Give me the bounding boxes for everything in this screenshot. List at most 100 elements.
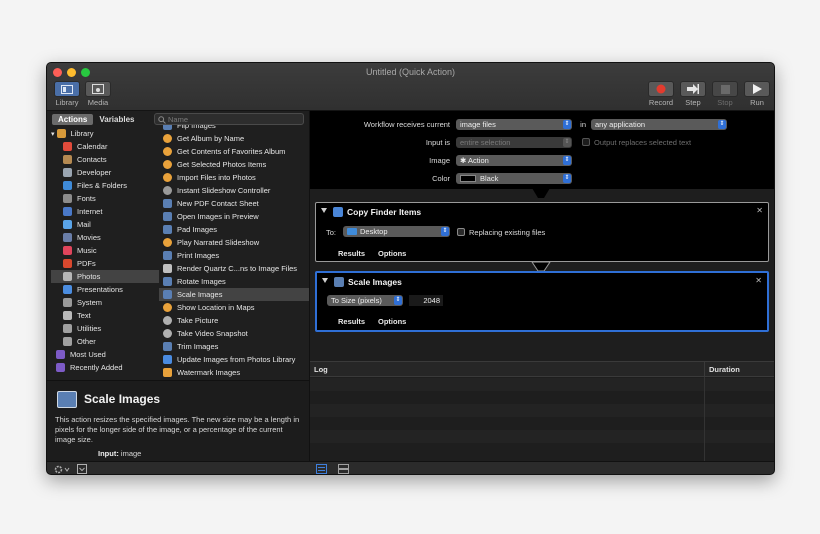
action-item[interactable]: Get Album by Name (159, 132, 309, 145)
category-utilities[interactable]: Utilities (51, 322, 159, 335)
category-presentations[interactable]: Presentations (51, 283, 159, 296)
action-item[interactable]: Take Video Snapshot (159, 327, 309, 340)
disclosure-triangle-icon[interactable]: ▾ (51, 130, 55, 138)
disclosure-triangle-icon[interactable] (322, 278, 328, 283)
action-item[interactable]: Print Images (159, 249, 309, 262)
receives-value: image files (460, 120, 496, 129)
action-icon (163, 125, 172, 130)
log-row (310, 430, 774, 443)
action-item[interactable]: Play Narrated Slideshow (159, 236, 309, 249)
action-item[interactable]: Watermark Images (159, 366, 309, 379)
action-item[interactable]: Show Location in Maps (159, 301, 309, 314)
action-item[interactable]: Pad Images (159, 223, 309, 236)
category-icon (63, 324, 72, 333)
action-item[interactable]: Flip Images (159, 125, 309, 132)
action-icon (163, 355, 172, 364)
scale-images-card[interactable]: Scale Images ✕ To Size (pixels) ⇕ 2048 Re… (315, 271, 769, 332)
category-label: Music (77, 246, 97, 255)
tab-variables[interactable]: Variables (93, 114, 140, 125)
action-item[interactable]: New PDF Contact Sheet (159, 197, 309, 210)
category-files-folders[interactable]: Files & Folders (51, 179, 159, 192)
results-tab[interactable]: Results (338, 249, 365, 258)
size-field[interactable]: 2048 (409, 295, 443, 306)
replacing-checkbox[interactable] (457, 228, 465, 236)
category-system[interactable]: System (51, 296, 159, 309)
title-bar: Untitled (Quick Action) Library Media Re… (47, 63, 774, 111)
category-most-used[interactable]: Most Used (51, 348, 159, 361)
scale-mode-popup[interactable]: To Size (pixels) ⇕ (327, 295, 403, 306)
disclosure-triangle-icon[interactable] (321, 208, 327, 213)
category-label: Recently Added (70, 363, 123, 372)
category-library[interactable]: ▾ Library (51, 127, 159, 140)
search-placeholder: Name (168, 115, 189, 124)
category-mail[interactable]: Mail (51, 218, 159, 231)
input-value: image (120, 449, 142, 458)
category-other[interactable]: Other (51, 335, 159, 348)
library-button[interactable] (54, 81, 80, 97)
action-item[interactable]: Import Files into Photos (159, 171, 309, 184)
image-popup[interactable]: ✱ Action ⇕ (456, 155, 572, 166)
category-photos[interactable]: Photos (51, 270, 159, 283)
action-item[interactable]: Render Quartz C...ns to Image Files (159, 262, 309, 275)
category-internet[interactable]: Internet (51, 205, 159, 218)
action-item[interactable]: Open Images in Preview (159, 210, 309, 223)
application-popup[interactable]: any application ⇕ (591, 119, 727, 130)
description-title: Scale Images (84, 392, 161, 406)
media-button[interactable] (85, 81, 111, 97)
split-view-icon[interactable] (338, 464, 349, 474)
close-icon[interactable]: ✕ (755, 276, 762, 285)
action-item[interactable]: Take Picture (159, 314, 309, 327)
step-button[interactable] (680, 81, 706, 97)
action-icon (163, 264, 172, 273)
category-calendar[interactable]: Calendar (51, 140, 159, 153)
close-icon[interactable]: ✕ (756, 206, 763, 215)
copy-finder-items-card[interactable]: Copy Finder Items ✕ To: Desktop ⇕ Replaci… (315, 202, 769, 262)
action-label: Trim Images (177, 342, 219, 351)
action-item[interactable]: Scale Images (159, 288, 309, 301)
input-is-popup[interactable]: entire selection ⇕ (456, 137, 572, 148)
options-tab[interactable]: Options (378, 317, 406, 326)
options-tab[interactable]: Options (378, 249, 406, 258)
media-icon (92, 84, 104, 94)
results-tab[interactable]: Results (338, 317, 365, 326)
action-item[interactable]: Get Selected Photos Items (159, 158, 309, 171)
log-column-header[interactable]: Log (314, 365, 328, 374)
output-replaces-checkbox[interactable] (582, 138, 590, 146)
duration-column-header[interactable]: Duration (709, 365, 740, 374)
destination-popup[interactable]: Desktop ⇕ (343, 226, 450, 237)
category-pdfs[interactable]: PDFs (51, 257, 159, 270)
record-button[interactable] (648, 81, 674, 97)
category-recently-added[interactable]: Recently Added (51, 361, 159, 374)
action-icon (163, 316, 172, 325)
color-popup[interactable]: Black ⇕ (456, 173, 572, 184)
description-toggle-icon[interactable] (77, 464, 87, 474)
stop-button[interactable] (712, 81, 738, 97)
scale-images-icon (334, 277, 344, 287)
action-item[interactable]: Instant Slideshow Controller (159, 184, 309, 197)
run-button[interactable] (744, 81, 770, 97)
log-row (310, 417, 774, 430)
action-item[interactable]: Trim Images (159, 340, 309, 353)
gear-icon: ✱ (460, 156, 468, 165)
action-item[interactable]: Update Images from Photos Library (159, 353, 309, 366)
action-item[interactable]: Get Contents of Favorites Album (159, 145, 309, 158)
action-label: Get Contents of Favorites Album (177, 147, 286, 156)
category-fonts[interactable]: Fonts (51, 192, 159, 205)
scale-mode-value: To Size (pixels) (331, 296, 382, 305)
search-icon (158, 116, 166, 124)
category-label: Library (70, 129, 94, 138)
action-label: Show Location in Maps (177, 303, 255, 312)
action-item[interactable]: Rotate Images (159, 275, 309, 288)
search-input[interactable]: Name (154, 113, 304, 125)
category-music[interactable]: Music (51, 244, 159, 257)
receives-popup[interactable]: image files ⇕ (456, 119, 572, 130)
application-value: any application (595, 120, 646, 129)
list-view-icon[interactable] (316, 464, 327, 474)
category-movies[interactable]: Movies (51, 231, 159, 244)
category-text[interactable]: Text (51, 309, 159, 322)
category-developer[interactable]: Developer (51, 166, 159, 179)
category-contacts[interactable]: Contacts (51, 153, 159, 166)
tab-actions[interactable]: Actions (52, 114, 94, 125)
log-panel: Log Duration (310, 361, 774, 462)
gear-icon[interactable] (54, 465, 70, 474)
